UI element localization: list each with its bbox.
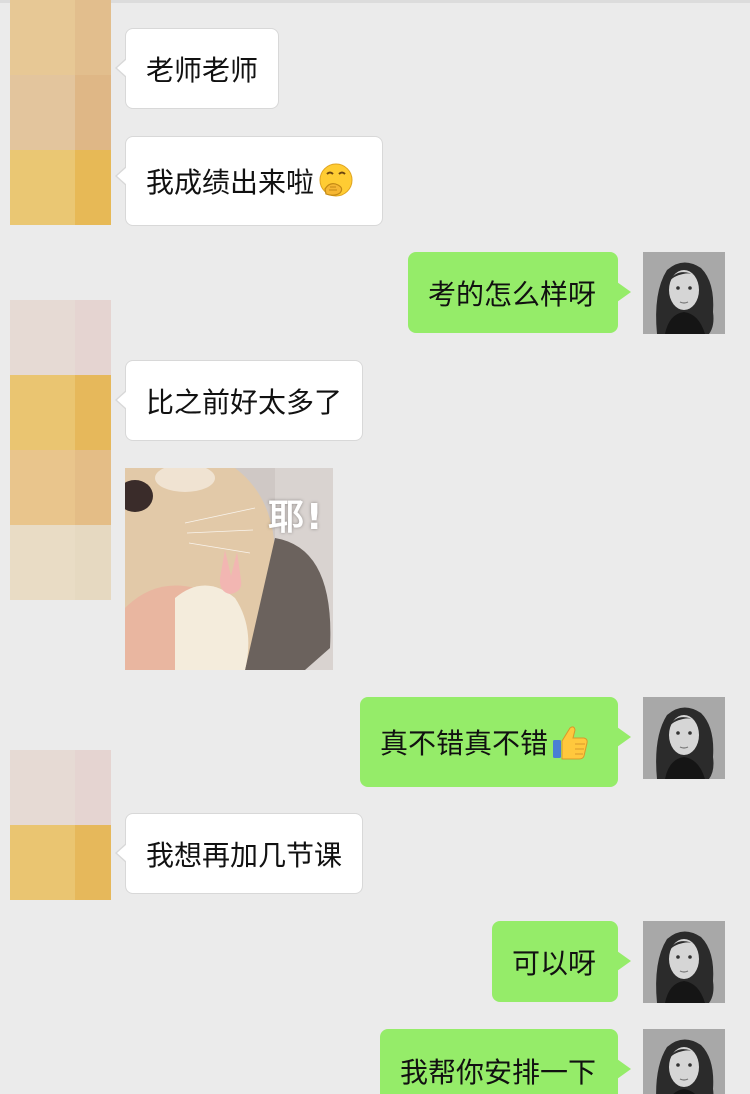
- hand-over-mouth-face-icon: [316, 161, 356, 201]
- user-avatar[interactable]: [643, 252, 725, 334]
- message-text: 老师老师: [146, 53, 259, 87]
- message-text: 我成绩出来啦: [146, 166, 315, 199]
- user-avatar[interactable]: [643, 1029, 725, 1094]
- message-bubble-outgoing[interactable]: 考的怎么样呀: [408, 252, 631, 333]
- message-text: 我帮你安排一下: [400, 1055, 597, 1089]
- message-bubble-outgoing[interactable]: 真不错真不错: [360, 697, 631, 787]
- message-bubble-incoming[interactable]: 我想再加几节课: [115, 813, 363, 894]
- message-bubble-incoming[interactable]: 我成绩出来啦: [115, 136, 383, 226]
- mosaic-cell: [75, 750, 111, 825]
- mosaic-cell: [75, 0, 111, 75]
- mosaic-cell: [10, 300, 75, 375]
- message-bubble-incoming[interactable]: 比之前好太多了: [115, 360, 363, 441]
- message-text: 可以呀: [512, 946, 597, 980]
- sender-avatar-pixelated[interactable]: [10, 0, 111, 225]
- message-text: 我想再加几节课: [146, 838, 343, 872]
- message-text: 考的怎么样呀: [428, 277, 597, 311]
- mosaic-cell: [10, 525, 75, 600]
- mosaic-cell: [10, 150, 75, 225]
- mosaic-cell: [10, 75, 75, 150]
- message-text: 真不错真不错: [380, 727, 549, 760]
- sticker-caption: 耶!: [268, 497, 325, 538]
- sender-avatar-pixelated[interactable]: [10, 750, 111, 900]
- message-text: 比之前好太多了: [146, 385, 343, 419]
- mosaic-cell: [75, 825, 111, 900]
- message-bubble-outgoing[interactable]: 可以呀: [492, 921, 631, 1002]
- mosaic-cell: [10, 0, 75, 75]
- message-bubble-incoming[interactable]: 老师老师: [115, 28, 279, 109]
- sender-avatar-pixelated[interactable]: [10, 300, 111, 600]
- mosaic-cell: [10, 450, 75, 525]
- mosaic-cell: [10, 375, 75, 450]
- mosaic-cell: [75, 525, 111, 600]
- message-bubble-outgoing[interactable]: 我帮你安排一下: [380, 1029, 631, 1094]
- mosaic-cell: [10, 750, 75, 825]
- user-avatar[interactable]: [643, 921, 725, 1003]
- user-avatar[interactable]: [643, 697, 725, 779]
- thumbs-up-icon: [550, 722, 590, 762]
- mosaic-cell: [75, 450, 111, 525]
- mosaic-cell: [75, 375, 111, 450]
- top-divider: [0, 0, 750, 3]
- mosaic-cell: [75, 150, 111, 225]
- mosaic-cell: [10, 825, 75, 900]
- mosaic-cell: [75, 75, 111, 150]
- mosaic-cell: [75, 300, 111, 375]
